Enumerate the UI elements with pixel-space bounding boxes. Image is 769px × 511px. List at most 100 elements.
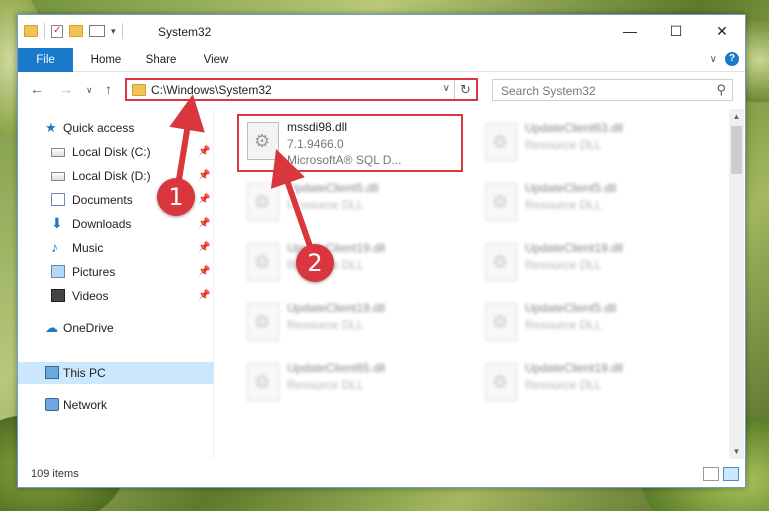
dll-file-icon [485, 183, 517, 221]
help-icon[interactable]: ? [725, 52, 739, 66]
minimize-button[interactable]: — [607, 15, 653, 47]
file-type: Resource DLL [287, 378, 364, 392]
address-bar[interactable]: C:\Windows\System32 ∨ ↻ [125, 78, 478, 101]
file-tile[interactable]: UpdateClient19.dll Resource DLL [477, 357, 703, 415]
dll-file-icon [247, 303, 279, 341]
sidebar-item-label: Downloads [72, 217, 132, 231]
sidebar-item-label: This PC [63, 366, 106, 380]
maximize-button[interactable]: ☐ [653, 15, 699, 47]
file-list: mssdi98.dll 7.1.9466.0 MicrosoftA® SQL D… [215, 109, 730, 459]
sidebar-item-onedrive[interactable]: ☁ OneDrive [18, 317, 214, 339]
file-tile[interactable]: UpdateClient63.dll Resource DLL [477, 117, 703, 175]
pictures-icon [51, 265, 65, 278]
documents-icon [51, 193, 65, 206]
up-button[interactable]: ↑ [105, 81, 112, 97]
sidebar-item-network[interactable]: Network [18, 394, 214, 416]
file-tile[interactable]: UpdateClient19.dll Resource DLL [239, 237, 465, 295]
file-tile[interactable]: UpdateClient65.dll Resource DLL [239, 357, 465, 415]
file-type: Resource DLL [525, 258, 602, 272]
new-folder-icon[interactable] [69, 25, 83, 37]
sidebar-item-label: Quick access [63, 121, 135, 135]
tab-view[interactable]: View [193, 48, 239, 72]
scroll-down-arrow-icon[interactable]: ▼ [729, 444, 744, 459]
dll-file-icon [485, 363, 517, 401]
window-title: System32 [158, 25, 212, 39]
file-type: Resource DLL [525, 198, 602, 212]
sidebar-item-pictures[interactable]: Pictures 📌 [18, 261, 214, 283]
file-type: Resource DLL [287, 318, 364, 332]
refresh-button[interactable]: ↻ [454, 80, 476, 99]
pin-icon[interactable]: 📌 [198, 165, 210, 187]
scroll-up-arrow-icon[interactable]: ▲ [729, 109, 744, 124]
dll-file-icon [485, 243, 517, 281]
music-icon: ♪ [51, 239, 58, 255]
file-type: Resource DLL [525, 378, 602, 392]
tab-home[interactable]: Home [81, 48, 131, 72]
dll-file-icon [247, 122, 279, 160]
file-tile[interactable]: UpdateClient5.dll Resource DLL [477, 177, 703, 235]
drive-icon [51, 172, 65, 181]
recent-locations-button[interactable]: ∨ [86, 85, 93, 96]
tab-share[interactable]: Share [138, 48, 184, 72]
sidebar-item-local-disk-c[interactable]: Local Disk (C:) 📌 [18, 141, 214, 163]
file-type: Resource DLL [525, 318, 602, 332]
properties-check-icon[interactable] [51, 24, 63, 38]
search-input[interactable]: Search System32 [501, 84, 596, 98]
vertical-scrollbar[interactable]: ▲ ▼ [729, 109, 744, 459]
customize-toolbar-chevron-icon[interactable]: ▾ [111, 26, 116, 37]
file-tile[interactable]: UpdateClient19.dll Resource DLL [477, 237, 703, 295]
sidebar-item-quick-access[interactable]: ★ Quick access [18, 117, 214, 139]
dll-file-icon [247, 243, 279, 281]
pin-icon[interactable]: 📌 [198, 285, 210, 307]
forward-button[interactable]: → [59, 81, 73, 97]
details-view-button[interactable] [703, 467, 719, 481]
navigation-pane: ★ Quick access Local Disk (C:) 📌 Local D… [18, 109, 214, 459]
back-button[interactable]: ← [30, 81, 44, 97]
file-tile[interactable]: UpdateClient5.dll Resource DLL [477, 297, 703, 355]
pin-icon[interactable]: 📌 [198, 237, 210, 259]
address-dropdown-button[interactable]: ∨ [443, 83, 450, 94]
file-name: UpdateClient19.dll [287, 301, 386, 315]
explorer-window: ▾ System32 — ☐ ✕ File Home Share View ∨ … [17, 14, 746, 488]
pin-icon[interactable]: 📌 [198, 189, 210, 211]
pin-icon[interactable]: 📌 [198, 213, 210, 235]
search-box[interactable]: Search System32 ⚲ [492, 79, 733, 101]
status-bar: 109 items [18, 462, 745, 487]
dll-file-icon [247, 183, 279, 221]
tiles-view-button[interactable] [723, 467, 739, 481]
callout-badge-2: 2 [296, 244, 334, 282]
sidebar-item-label: Documents [72, 193, 133, 207]
folder-icon [132, 84, 146, 96]
folder-icon [24, 25, 38, 37]
toolbar-divider [44, 23, 45, 39]
sidebar-item-downloads[interactable]: ⬇ Downloads 📌 [18, 213, 214, 235]
sidebar-item-videos[interactable]: Videos 📌 [18, 285, 214, 307]
file-name: UpdateClient5.dll [287, 181, 379, 195]
file-tile-mssdi98[interactable]: mssdi98.dll 7.1.9466.0 MicrosoftA® SQL D… [237, 114, 463, 172]
sidebar-item-music[interactable]: ♪ Music 📌 [18, 237, 214, 259]
sidebar-item-this-pc[interactable]: This PC [18, 362, 214, 384]
view-toggle [703, 467, 739, 481]
scroll-thumb[interactable] [731, 126, 742, 174]
title-bar: ▾ System32 — ☐ ✕ [18, 15, 745, 48]
tab-file[interactable]: File [18, 48, 73, 72]
videos-icon [51, 289, 65, 302]
pin-icon[interactable]: 📌 [198, 141, 210, 163]
ribbon-tabs: File Home Share View ∨ ? [18, 48, 745, 72]
address-path[interactable]: C:\Windows\System32 [151, 83, 272, 97]
file-name: UpdateClient19.dll [525, 241, 624, 255]
sidebar-item-label: OneDrive [63, 321, 114, 335]
pin-icon[interactable]: 📌 [198, 261, 210, 283]
drive-icon [51, 148, 65, 157]
properties-icon[interactable] [89, 25, 105, 37]
dll-file-icon [247, 363, 279, 401]
expand-ribbon-chevron-icon[interactable]: ∨ [710, 54, 717, 65]
file-tile[interactable]: UpdateClient5.dll Resource DLL [239, 177, 465, 235]
close-button[interactable]: ✕ [699, 15, 745, 47]
file-name: UpdateClient5.dll [525, 301, 617, 315]
file-name: UpdateClient65.dll [287, 361, 386, 375]
network-icon [45, 398, 59, 411]
file-tile[interactable]: UpdateClient19.dll Resource DLL [239, 297, 465, 355]
navigation-bar: ← → ∨ ↑ C:\Windows\System32 ∨ ↻ Search S… [18, 75, 745, 105]
star-icon: ★ [45, 120, 57, 135]
